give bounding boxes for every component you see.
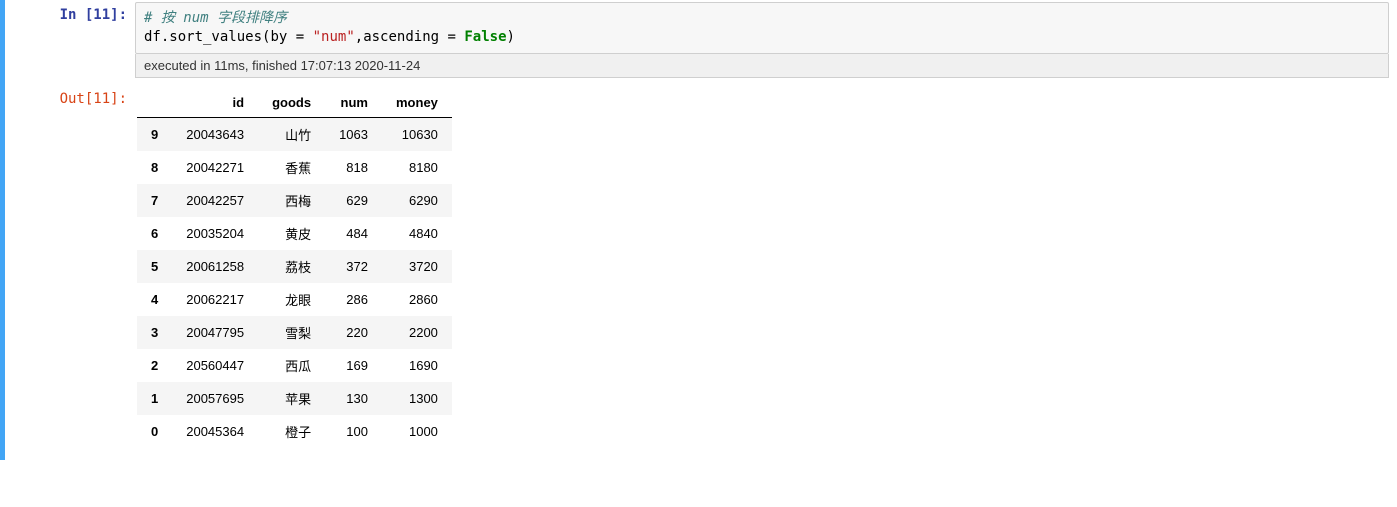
notebook-cell: In [11]: # 按 num 字段排降序 df.sort_values(by…: [0, 0, 1397, 460]
header-row: id goods num money: [137, 88, 452, 118]
table-head: id goods num money: [137, 88, 452, 118]
code-input[interactable]: # 按 num 字段排降序 df.sort_values(by = "num",…: [135, 2, 1389, 54]
output-prompt: Out[11]:: [60, 91, 127, 107]
row-index: 0: [137, 415, 172, 448]
col-header-id: id: [172, 88, 258, 118]
table-body: 920043643山竹106310630820042271香蕉818818072…: [137, 117, 452, 448]
row-index: 2: [137, 349, 172, 382]
table-row: 320047795雪梨2202200: [137, 316, 452, 349]
output-row: Out[11]: id goods num money 920043643: [135, 86, 1389, 458]
cell-goods: 苹果: [258, 382, 325, 415]
cell-id: 20061258: [172, 250, 258, 283]
code-line-1: # 按 num 字段排降序: [144, 9, 1380, 28]
table-row: 220560447西瓜1691690: [137, 349, 452, 382]
cell-num: 286: [325, 283, 382, 316]
cell-num: 818: [325, 151, 382, 184]
cell-num: 169: [325, 349, 382, 382]
row-index: 7: [137, 184, 172, 217]
row-index: 4: [137, 283, 172, 316]
table-row: 420062217龙眼2862860: [137, 283, 452, 316]
input-prompt: In [11]:: [60, 7, 127, 23]
cell-num: 372: [325, 250, 382, 283]
cell-num: 484: [325, 217, 382, 250]
cell-money: 3720: [382, 250, 452, 283]
cell-money: 8180: [382, 151, 452, 184]
row-index: 3: [137, 316, 172, 349]
cell-id: 20062217: [172, 283, 258, 316]
cell-goods: 西瓜: [258, 349, 325, 382]
arg-by: by: [270, 29, 295, 45]
cell-goods: 山竹: [258, 117, 325, 151]
table-row: 820042271香蕉8188180: [137, 151, 452, 184]
cell-money: 2200: [382, 316, 452, 349]
output-prompt-area: Out[11]:: [5, 86, 135, 458]
code-comment: # 按 num 字段排降序: [144, 10, 287, 26]
row-index: 5: [137, 250, 172, 283]
cell-id: 20045364: [172, 415, 258, 448]
execution-info: executed in 11ms, finished 17:07:13 2020…: [135, 54, 1389, 78]
paren-close: ): [507, 29, 515, 45]
arg-ascending: ascending: [363, 29, 447, 45]
output-content: id goods num money 920043643山竹1063106308…: [135, 86, 452, 458]
cell-id: 20560447: [172, 349, 258, 382]
cell-id: 20057695: [172, 382, 258, 415]
string-num: "num": [313, 29, 355, 45]
cell-goods: 龙眼: [258, 283, 325, 316]
table-row: 020045364橙子1001000: [137, 415, 452, 448]
cell-goods: 雪梨: [258, 316, 325, 349]
cell-money: 1300: [382, 382, 452, 415]
code-line-2: df.sort_values(by = "num",ascending = Fa…: [144, 28, 1380, 47]
table-row: 920043643山竹106310630: [137, 117, 452, 151]
cell-money: 6290: [382, 184, 452, 217]
cell-money: 2860: [382, 283, 452, 316]
cell-money: 1690: [382, 349, 452, 382]
cell-content: # 按 num 字段排降序 df.sort_values(by = "num",…: [135, 2, 1397, 458]
cell-id: 20042257: [172, 184, 258, 217]
cell-num: 100: [325, 415, 382, 448]
cell-id: 20047795: [172, 316, 258, 349]
cell-id: 20043643: [172, 117, 258, 151]
dataframe-table: id goods num money 920043643山竹1063106308…: [137, 88, 452, 448]
table-row: 620035204黄皮4844840: [137, 217, 452, 250]
col-header-money: money: [382, 88, 452, 118]
row-index: 1: [137, 382, 172, 415]
cell-num: 1063: [325, 117, 382, 151]
row-index: 6: [137, 217, 172, 250]
cell-money: 4840: [382, 217, 452, 250]
table-row: 120057695苹果1301300: [137, 382, 452, 415]
col-header-goods: goods: [258, 88, 325, 118]
col-header-num: num: [325, 88, 382, 118]
cell-num: 220: [325, 316, 382, 349]
keyword-false: False: [464, 29, 506, 45]
row-index: 9: [137, 117, 172, 151]
cell-id: 20035204: [172, 217, 258, 250]
eq1: =: [296, 29, 313, 45]
cell-num: 130: [325, 382, 382, 415]
table-row: 520061258荔枝3723720: [137, 250, 452, 283]
code-call: df.sort_values: [144, 29, 262, 45]
cell-goods: 西梅: [258, 184, 325, 217]
cell-goods: 荔枝: [258, 250, 325, 283]
row-index: 8: [137, 151, 172, 184]
cell-goods: 黄皮: [258, 217, 325, 250]
index-header: [137, 88, 172, 118]
cell-money: 10630: [382, 117, 452, 151]
comma: ,: [355, 29, 363, 45]
table-row: 720042257西梅6296290: [137, 184, 452, 217]
cell-goods: 橙子: [258, 415, 325, 448]
cell-money: 1000: [382, 415, 452, 448]
cell-id: 20042271: [172, 151, 258, 184]
eq2: =: [448, 29, 465, 45]
cell-goods: 香蕉: [258, 151, 325, 184]
cell-num: 629: [325, 184, 382, 217]
